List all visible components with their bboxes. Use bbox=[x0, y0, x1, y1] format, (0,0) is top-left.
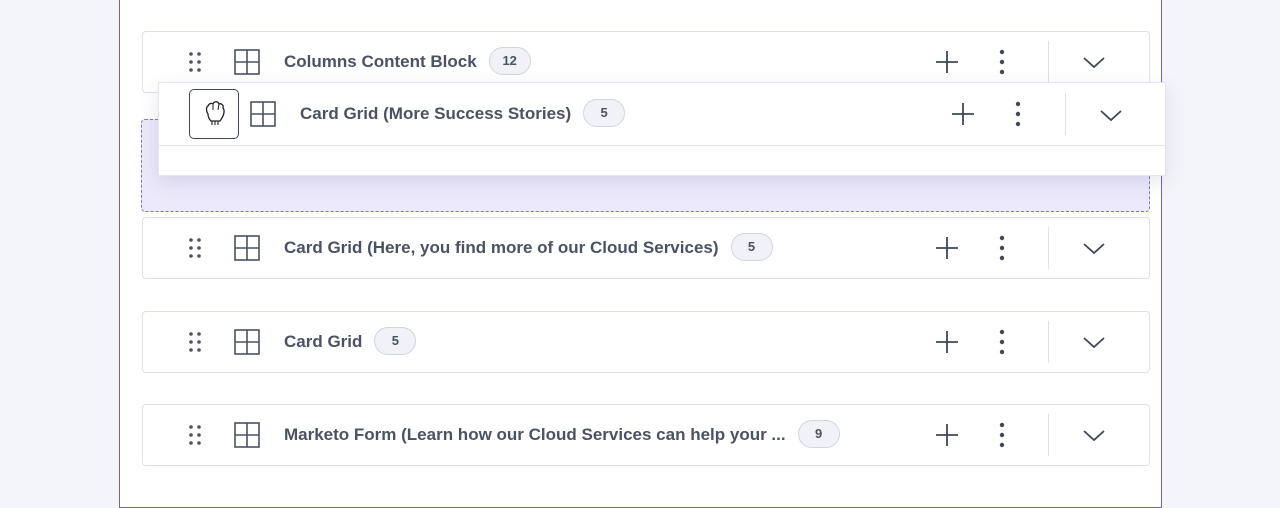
child-count-badge: 12 bbox=[488, 46, 531, 75]
more-options-button[interactable] bbox=[990, 234, 1014, 262]
child-count-badge: 5 bbox=[583, 98, 626, 127]
divider bbox=[1048, 321, 1049, 363]
grid-block-icon bbox=[250, 101, 276, 127]
drag-handle-icon[interactable] bbox=[183, 330, 207, 354]
block-title-text: Card Grid bbox=[284, 332, 363, 351]
expand-chevron-button[interactable] bbox=[1097, 103, 1125, 127]
drag-handle-active[interactable] bbox=[189, 89, 239, 139]
more-options-button[interactable] bbox=[1006, 100, 1030, 128]
block-title-text: Marketo Form (Learn how our Cloud Servic… bbox=[284, 425, 786, 444]
grid-block-icon bbox=[234, 329, 260, 355]
expand-chevron-button[interactable] bbox=[1080, 50, 1108, 74]
expand-chevron-button[interactable] bbox=[1080, 330, 1108, 354]
block-title-text: Card Grid (More Success Stories) bbox=[300, 104, 572, 123]
block-title: Card Grid (Here, you find more of our Cl… bbox=[284, 218, 773, 278]
child-count-badge: 5 bbox=[374, 326, 417, 355]
add-button[interactable] bbox=[933, 328, 961, 356]
expand-chevron-button[interactable] bbox=[1080, 423, 1108, 447]
block-title: Marketo Form (Learn how our Cloud Servic… bbox=[284, 405, 840, 465]
block-title: Card Grid 5 bbox=[284, 312, 417, 372]
block-title: Card Grid (More Success Stories) 5 bbox=[300, 83, 626, 145]
child-count-badge: 9 bbox=[797, 419, 840, 448]
more-options-button[interactable] bbox=[990, 48, 1014, 76]
expand-chevron-button[interactable] bbox=[1080, 236, 1108, 260]
drag-handle-icon[interactable] bbox=[183, 423, 207, 447]
add-button[interactable] bbox=[933, 234, 961, 262]
block-title-text: Columns Content Block bbox=[284, 52, 477, 71]
drag-handle-icon[interactable] bbox=[183, 236, 207, 260]
add-button[interactable] bbox=[933, 421, 961, 449]
block-row-card-grid[interactable]: Card Grid 5 bbox=[142, 311, 1150, 373]
more-options-button[interactable] bbox=[990, 421, 1014, 449]
divider bbox=[1048, 41, 1049, 83]
child-count-badge: 5 bbox=[730, 232, 773, 261]
divider bbox=[1048, 414, 1049, 456]
dragged-block[interactable]: Card Grid (More Success Stories) 5 bbox=[158, 82, 1166, 176]
divider bbox=[1065, 93, 1066, 135]
grab-hand-icon bbox=[205, 101, 225, 125]
block-title-text: Card Grid (Here, you find more of our Cl… bbox=[284, 238, 719, 257]
drag-handle-icon[interactable] bbox=[183, 50, 207, 74]
add-button[interactable] bbox=[933, 48, 961, 76]
grid-block-icon bbox=[234, 422, 260, 448]
block-row-marketo-form[interactable]: Marketo Form (Learn how our Cloud Servic… bbox=[142, 404, 1150, 466]
grid-block-icon bbox=[234, 49, 260, 75]
dragged-block-header[interactable]: Card Grid (More Success Stories) 5 bbox=[159, 83, 1165, 146]
grid-block-icon bbox=[234, 235, 260, 261]
divider bbox=[1048, 227, 1049, 269]
more-options-button[interactable] bbox=[990, 328, 1014, 356]
add-button[interactable] bbox=[949, 100, 977, 128]
block-row-card-grid-cloud[interactable]: Card Grid (Here, you find more of our Cl… bbox=[142, 217, 1150, 279]
